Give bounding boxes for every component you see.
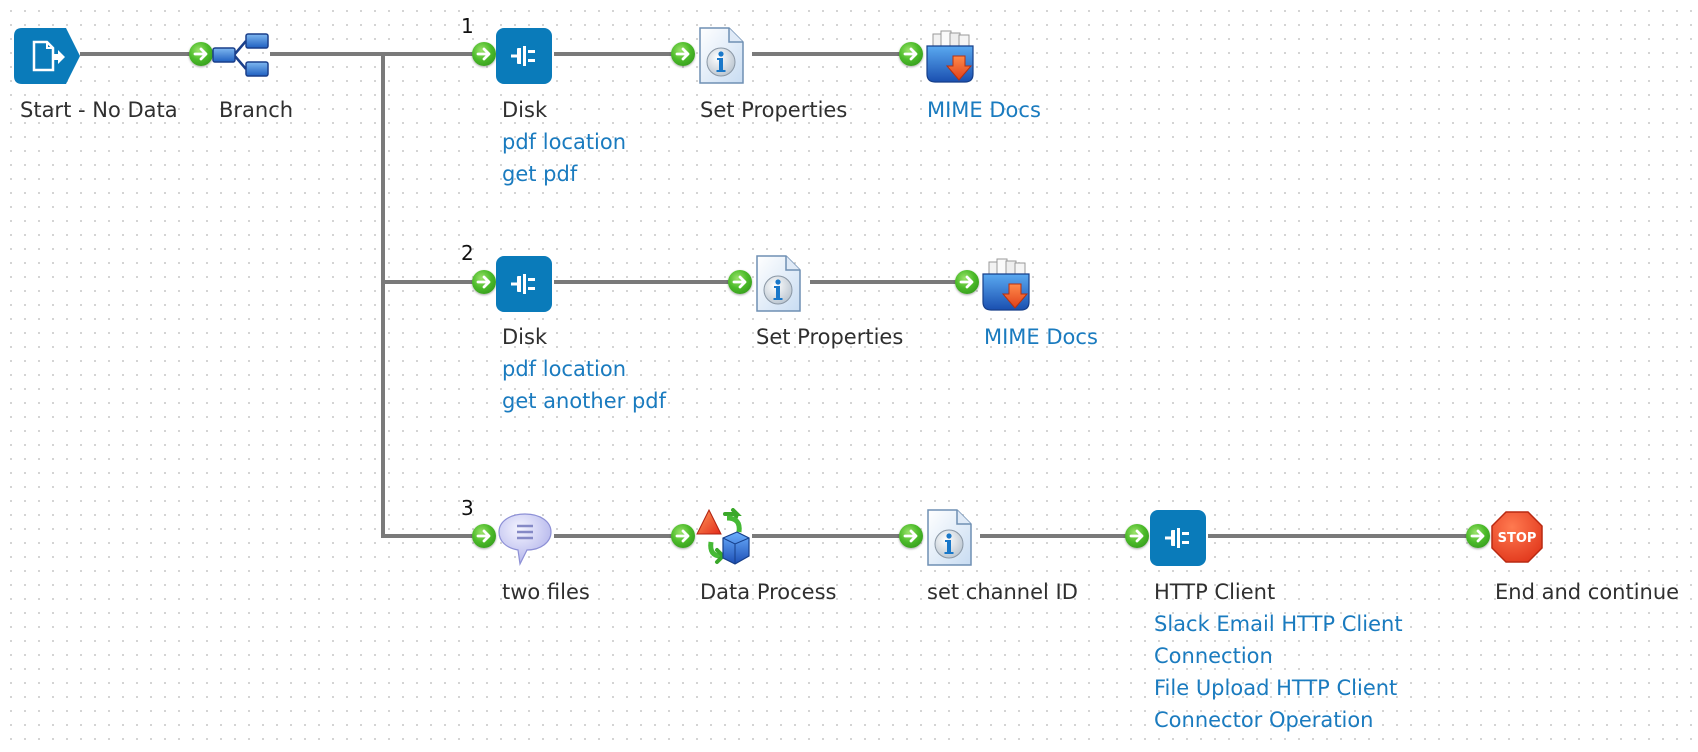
input-arrow-icon <box>728 270 752 294</box>
input-arrow-icon <box>472 42 496 66</box>
document-info-icon[interactable] <box>925 508 975 572</box>
operation-link-cont[interactable]: Connector Operation <box>1154 707 1374 733</box>
shape-label: Disk <box>502 325 548 349</box>
connector-setchannel-http <box>980 534 1128 538</box>
shape-label: Disk <box>502 98 548 122</box>
stop-sign-icon[interactable]: STOP <box>1490 510 1544 568</box>
connection-link[interactable]: pdf location <box>502 129 626 155</box>
connector-plug-icon[interactable] <box>496 28 552 84</box>
connection-link[interactable]: Slack Email HTTP Client <box>1154 611 1403 637</box>
input-arrow-icon <box>955 270 979 294</box>
document-info-icon[interactable] <box>754 254 804 318</box>
input-arrow-icon <box>189 42 213 66</box>
connector-dataprocess-setchannel <box>752 534 902 538</box>
connector-http-stop <box>1208 534 1468 538</box>
shape-label: Set Properties <box>756 325 904 349</box>
input-arrow-icon <box>472 270 496 294</box>
shape-label: Set Properties <box>700 98 848 122</box>
mime-docs-icon[interactable] <box>979 256 1035 316</box>
input-arrow-icon <box>1125 524 1149 548</box>
connector-disk1-setprops1 <box>554 52 674 56</box>
input-arrow-icon <box>671 524 695 548</box>
shape-label: Start - No Data <box>20 98 178 122</box>
input-arrow-icon <box>1466 524 1490 548</box>
input-arrow-icon <box>472 524 496 548</box>
document-arrow-icon[interactable] <box>14 28 82 88</box>
mime-docs-icon[interactable] <box>923 28 979 88</box>
input-arrow-icon <box>899 524 923 548</box>
connector-setprops1-mime1 <box>752 52 902 56</box>
branch-number-2: 2 <box>461 241 474 265</box>
shape-label: set channel ID <box>927 580 1078 604</box>
operation-link[interactable]: File Upload HTTP Client <box>1154 675 1397 701</box>
shape-label: Branch <box>219 98 294 122</box>
shape-label[interactable]: MIME Docs <box>927 97 1041 123</box>
shape-label: two files <box>502 580 590 604</box>
input-arrow-icon <box>899 42 923 66</box>
process-canvas[interactable]: 1 2 3 Start - No Data Branch Disk pdf lo… <box>0 0 1698 752</box>
shape-label[interactable]: MIME Docs <box>984 324 1098 350</box>
connector-plug-icon[interactable] <box>496 256 552 312</box>
shape-label: Data Process <box>700 580 837 604</box>
operation-link[interactable]: get another pdf <box>502 388 666 414</box>
connector-branch-vertical <box>381 52 385 538</box>
document-info-icon[interactable] <box>697 26 747 90</box>
input-arrow-icon <box>671 42 695 66</box>
connection-link[interactable]: pdf location <box>502 356 626 382</box>
connector-start-branch <box>80 52 192 56</box>
connector-branch-trunk <box>270 52 474 56</box>
connector-disk2-setprops2 <box>554 280 732 284</box>
connection-link-cont[interactable]: Connection <box>1154 643 1273 669</box>
branch-number-1: 1 <box>461 14 474 38</box>
connector-branch-path2 <box>381 280 474 284</box>
connector-setprops2-mime2 <box>810 280 958 284</box>
shape-label: HTTP Client <box>1154 580 1276 604</box>
connector-branch-path3 <box>381 534 474 538</box>
connector-plug-icon[interactable] <box>1150 510 1206 566</box>
stop-text: STOP <box>1498 531 1537 546</box>
speech-bubble-icon[interactable] <box>496 510 554 572</box>
shape-label: End and continue <box>1495 580 1680 604</box>
data-process-icon[interactable] <box>695 508 751 572</box>
branch-number-3: 3 <box>461 496 474 520</box>
operation-link[interactable]: get pdf <box>502 161 577 187</box>
connector-notify-dataprocess <box>554 534 674 538</box>
branch-icon[interactable] <box>212 32 270 82</box>
